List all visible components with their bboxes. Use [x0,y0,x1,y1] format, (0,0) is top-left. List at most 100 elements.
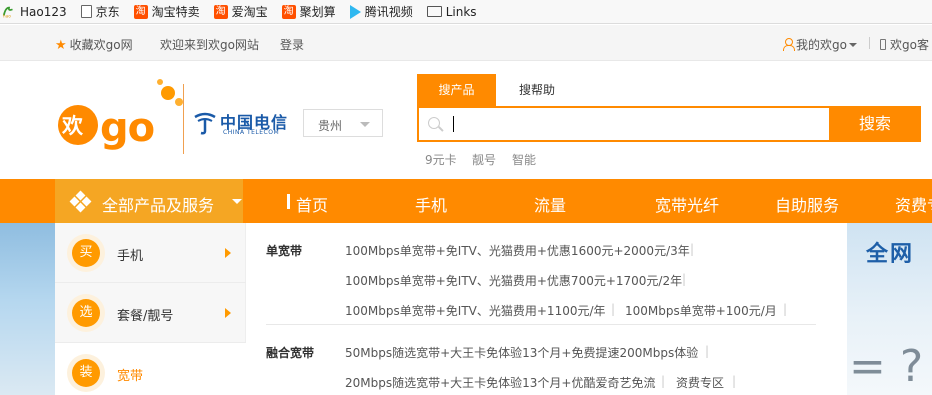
plan-link[interactable]: 100Mbps单宽带+免ITV、光猫费用+优惠1600元+2000元/3年 [345,242,690,259]
plan-link[interactable]: 资费专区 [676,374,724,391]
hot-keyword[interactable]: 靓号 [472,151,496,168]
promo-headline: 全网 [866,242,915,267]
all-products-menu[interactable]: 全部产品及服务 [55,179,243,223]
chevron-right-icon [225,308,231,318]
sidebar-item-label: 手机 [117,249,144,264]
badge-install: 装 [72,359,100,387]
plan-link[interactable]: 100Mbps单宽带+100元/月 [625,302,777,319]
bookmark-label: 聚划算 [299,5,336,19]
phone-icon [880,39,886,50]
plan-link[interactable]: 100Mbps单宽带+免ITV、光猫费用+1100元/年 [345,302,606,319]
mobile-label: 欢go客 [890,38,929,52]
divider: | [732,374,737,388]
welcome-text: 欢迎来到欢go网站 [160,38,259,52]
bookmark-label: Links [445,4,477,19]
nav-data[interactable]: 流量 [534,192,566,216]
logo-divider [183,84,184,154]
nav-tariff[interactable]: 资费专 [895,192,932,216]
badge-circle: 买 [67,234,105,272]
broadband-flyout-panel: 单宽带 100Mbps单宽带+免ITV、光猫费用+优惠1600元+2000元/3… [246,223,847,395]
sidebar-item-label: 套餐/靓号 [117,309,174,324]
search-input[interactable] [417,106,831,142]
divider: | [783,302,788,316]
taobao-icon: 淘 [281,4,296,19]
main-nav: 全部产品及服务 首页 手机 流量 宽带光纤 自助服务 资费专 [0,179,932,223]
bookmark-tencent-video[interactable]: 腾讯视频 [349,3,413,20]
search-button[interactable]: 搜索 [829,106,921,142]
sidebar-item-phones[interactable]: 买 手机 [55,223,246,283]
nav-active-marker [287,194,290,209]
mobile-app-link[interactable]: 欢go客 [880,36,929,53]
banner-background [0,223,55,395]
bookmark-label: 京东 [95,5,120,19]
chevron-down-icon [232,199,242,204]
divider: | [661,374,666,388]
taobao-icon: 淘 [133,4,148,19]
favorite-link[interactable]: ★ 收藏欢go网 [55,36,133,53]
svg-text:hao: hao [3,13,11,18]
city-select[interactable]: 贵州 [303,109,383,137]
bookmarks-bar: hao Hao123 京东 淘 淘宝特卖 淘 爱淘宝 淘 聚划算 腾讯视频 Li… [0,0,932,24]
all-products-label: 全部产品及服务 [102,196,215,215]
city-value: 贵州 [318,119,343,133]
bookmark-label: 爱淘宝 [231,5,268,19]
svg-text:go: go [100,105,154,151]
china-telecom-icon [194,112,216,135]
taobao-icon: 淘 [213,4,228,19]
plan-link[interactable]: 100Mbps单宽带+免ITV、光猫费用+优惠700元+1700元/2年 [345,272,682,289]
folder-icon [426,6,442,17]
hot-keyword[interactable]: 9元卡 [425,151,457,168]
chevron-right-icon [225,248,231,258]
category-sidebar: 买 手机 选 套餐/靓号 装 宽带 [55,223,246,395]
tencent-video-icon [349,4,361,19]
hot-keyword[interactable]: 智能 [512,151,536,168]
search-icon [428,117,440,129]
chevron-down-icon [360,122,370,127]
bookmark-hao123[interactable]: hao Hao123 [2,5,67,19]
badge-choose: 选 [72,299,100,327]
bookmark-taobao-sale[interactable]: 淘 淘宝特卖 [133,3,200,20]
divider: | [705,344,710,358]
telecom-en-name: CHINA TELECOM [223,129,280,136]
promo-partial-text: = ? [849,341,924,392]
plan-link[interactable]: 20Mbps随选宽带+大王卡免体验13个月+优酷爱奇艺免流 [345,374,656,391]
nav-self-service[interactable]: 自助服务 [775,192,839,216]
my-account-label: 我的欢go [796,38,847,52]
svg-text:欢: 欢 [61,114,84,138]
bookmark-label: 腾讯视频 [364,5,413,19]
tab-search-products[interactable]: 搜产品 [417,74,496,106]
favorite-label: 收藏欢go网 [69,38,133,52]
badge-buy: 买 [72,239,100,267]
panel-divider [266,324,816,325]
document-icon [80,5,92,18]
user-icon [783,38,795,51]
sidebar-item-plans[interactable]: 选 套餐/靓号 [55,283,246,343]
nav-phones[interactable]: 手机 [415,192,447,216]
bookmark-label: Hao123 [20,4,67,19]
divider [869,37,870,49]
hao123-icon: hao [3,6,13,19]
star-icon: ★ [55,38,67,53]
nav-broadband[interactable]: 宽带光纤 [655,192,719,216]
bookmark-links-folder[interactable]: Links [426,4,477,19]
category-grid-icon [69,190,93,213]
login-link[interactable]: 登录 [280,36,304,53]
huango-logo[interactable]: 欢 go [56,72,188,158]
tab-search-help[interactable]: 搜帮助 [504,74,570,106]
plan-link[interactable]: 50Mbps随选宽带+大王卡免体验13个月+免费提速200Mbps体验 [345,344,698,361]
category-title: 融合宽带 [266,346,315,360]
bookmark-juhuasuan[interactable]: 淘 聚划算 [281,3,336,20]
sidebar-item-broadband[interactable]: 装 宽带 [55,343,246,395]
bookmark-jd[interactable]: 京东 [80,3,120,20]
top-user-bar: ★ 收藏欢go网 欢迎来到欢go网站 登录 我的欢go 欢go客 [0,25,932,61]
my-account-menu[interactable]: 我的欢go [783,36,857,53]
promo-banner[interactable]: 全网 = ? [847,223,932,395]
bookmark-label: 淘宝特卖 [151,5,200,19]
chevron-down-icon [848,43,857,47]
china-telecom-logo: 中国电信 CHINA TELECOM [192,107,287,141]
divider: | [682,272,687,286]
divider: | [611,302,616,316]
divider: | [690,242,695,256]
bookmark-ai-taobao[interactable]: 淘 爱淘宝 [213,3,268,20]
nav-home[interactable]: 首页 [296,192,328,216]
